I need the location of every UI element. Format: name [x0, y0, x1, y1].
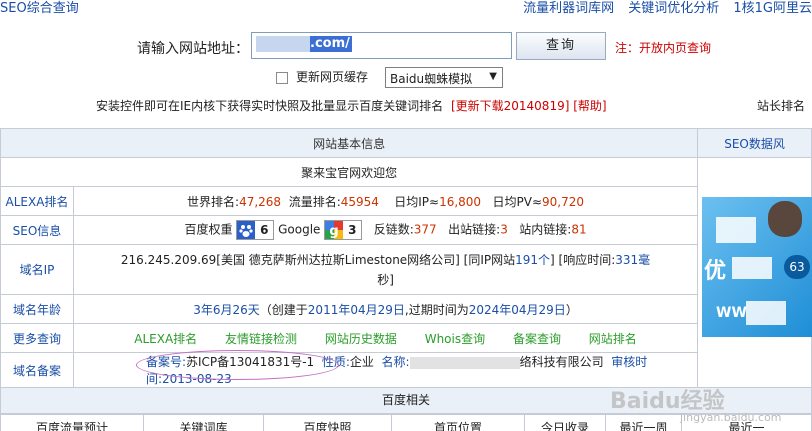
ad-url: WW — [716, 305, 747, 321]
col-last-week: 最近一周 — [605, 414, 682, 431]
query-note: 注：开放内页查询 — [615, 41, 712, 55]
more-link-beian[interactable]: 备案查询 — [513, 332, 561, 346]
baidu-paw-icon — [237, 221, 256, 239]
daily-pv-label: 日均PV≈ — [492, 194, 543, 209]
ad-badge: 63 — [784, 255, 810, 279]
beian-highlight-circle — [136, 350, 339, 380]
more-link-friendlinks[interactable]: 友情链接检测 — [225, 332, 297, 346]
table-row-ip: 域名IP 216.245.209.69[美国 德克萨斯州达拉斯Limestone… — [0, 244, 812, 295]
top-link-traffic[interactable]: 流量利器词库网 — [523, 1, 614, 16]
outlinks-label: 出站链接: — [448, 222, 501, 237]
flow-rank-label: 流量排名: — [288, 194, 341, 209]
daily-ip-value: 16,800 — [439, 194, 482, 209]
baidu-weight-label: 百度权重 — [184, 222, 233, 237]
table-row-more: 更多查询 ALEXA排名 友情链接检测 网站历史数据 Whois查询 备案查询 … — [0, 323, 812, 353]
col-keyword-lib: 关键词库 — [143, 414, 264, 431]
col-baidu-traffic: 百度流量预计 — [0, 414, 144, 431]
created-label: （创建于 — [259, 302, 308, 317]
ip-text: 216.245.209.69[美国 德克萨斯州达拉斯Limestone网络公司]… — [120, 252, 516, 267]
response-value: 331毫 — [615, 252, 651, 267]
row-label-age[interactable]: 域名年龄 — [0, 294, 74, 324]
more-link-alexa[interactable]: ALEXA排名 — [134, 332, 197, 346]
daily-pv-value: 90,720 — [542, 194, 585, 209]
svg-text:g: g — [330, 224, 339, 239]
beian-nature-value: 企业 — [349, 355, 374, 369]
table-row-age: 域名年龄 3年6月26天（创建于2011年04月29日,过期时间为2024年04… — [0, 294, 812, 324]
ip-info: 216.245.209.69[美国 德克萨斯州达拉斯Limestone网络公司]… — [72, 244, 699, 295]
created-date: 2011年04月29日 — [307, 302, 405, 317]
response-label: ] [响应时间: — [550, 252, 616, 267]
google-g-icon: g — [325, 221, 344, 239]
table-row-alexa: ALEXA排名 世界排名:47,268 流量排名:45954 日均IP≈16,8… — [0, 186, 812, 216]
age-close: ） — [565, 302, 578, 317]
more-link-whois[interactable]: Whois查询 — [425, 332, 485, 346]
google-pr-value: 3 — [348, 223, 357, 237]
domain-age-value: 3年6月26天 — [193, 302, 260, 317]
help-link[interactable]: [帮助] — [573, 99, 606, 113]
beian-name-value: 络科技有限公司 — [519, 355, 604, 369]
query-button[interactable]: 查询 — [516, 32, 606, 60]
inlinks-label: 站内链接: — [519, 222, 572, 237]
more-link-history[interactable]: 网站历史数据 — [325, 332, 397, 346]
webmaster-rank-link[interactable]: 站长排名 — [757, 97, 805, 114]
row-label-ip[interactable]: 域名IP — [0, 244, 74, 295]
domain-age-info: 3年6月26天（创建于2011年04月29日,过期时间为2024年04月29日） — [72, 294, 699, 324]
flow-rank-value: 45954 — [340, 194, 379, 209]
col-baidu-snapshot: 百度快照 — [263, 414, 392, 431]
watermark-url: jingyan.baidu.com — [680, 411, 782, 424]
seo-data-link[interactable]: SEO数据风 — [697, 128, 812, 158]
inlinks-value[interactable]: 81 — [571, 223, 586, 237]
baidu-weight-badge[interactable]: 6 — [236, 220, 275, 240]
url-label: 请输入网站地址： — [137, 41, 249, 57]
top-link-aliyun[interactable]: 1核1G阿里云 — [733, 1, 812, 16]
daily-ip-label: 日均IP≈ — [394, 194, 440, 209]
expire-date: 2024年04月29日 — [468, 302, 566, 317]
expire-label: ,过期时间为 — [404, 302, 469, 317]
ad-text: 优 — [704, 259, 727, 284]
row-label-beian[interactable]: 域名备案 — [0, 352, 74, 388]
baidu-weight-value: 6 — [260, 223, 269, 237]
download-link[interactable]: [更新下载20140819] — [451, 99, 569, 113]
backlinks-label: 反链数: — [373, 222, 414, 237]
top-link-keyword[interactable]: 关键词优化分析 — [628, 1, 719, 16]
ad-person-icon — [768, 201, 802, 237]
google-pr-badge[interactable]: g 3 — [324, 220, 363, 240]
install-notice-text: 安装控件即可在IE内核下获得实时快照及批量显示百度关键词排名 — [96, 99, 444, 113]
outlinks-value[interactable]: 3 — [500, 223, 508, 237]
world-rank-value[interactable]: 47,268 — [239, 195, 281, 209]
top-bar: SEO综合查询 流量利器词库网 关键词优化分析 1核1G阿里云 — [0, 0, 812, 18]
top-links: 流量利器词库网 关键词优化分析 1核1G阿里云 — [513, 0, 812, 16]
ad-banner[interactable]: 优 63 WW — [702, 197, 812, 337]
response-unit: 秒] — [377, 272, 394, 287]
row-label-seo[interactable]: SEO信息 — [0, 215, 74, 245]
url-redacted-part — [256, 36, 310, 52]
update-cache-checkbox[interactable] — [276, 72, 288, 84]
alexa-info: 世界排名:47,268 流量排名:45954 日均IP≈16,800 日均PV≈… — [72, 186, 699, 216]
chevron-down-icon: ▼ — [489, 71, 497, 82]
row-label-alexa[interactable]: ALEXA排名 — [0, 186, 74, 216]
seo-info: 百度权重 6 Google g 3 反链数:377 出站链接:3 站内链接:81 — [72, 215, 699, 245]
url-input[interactable]: .com/ — [251, 32, 512, 59]
beian-name-label: 名称: — [381, 355, 410, 369]
welcome-text: 聚来宝官网欢迎您 — [0, 157, 699, 187]
world-rank-label: 世界排名: — [187, 194, 240, 209]
beian-name-redacted — [409, 356, 520, 369]
section-header: 网站基本信息 — [0, 128, 699, 158]
google-label: Google — [278, 222, 321, 237]
spider-select[interactable]: Baidu蜘蛛模拟 ▼ — [385, 67, 503, 88]
same-ip-count[interactable]: 191个 — [515, 253, 550, 267]
install-notice: 安装控件即可在IE内核下获得实时快照及批量显示百度关键词排名 [更新下载2014… — [96, 97, 607, 114]
spider-select-value: Baidu蜘蛛模拟 — [390, 72, 473, 86]
backlinks-value[interactable]: 377 — [414, 223, 437, 237]
table-row-seo: SEO信息 百度权重 6 Google g 3 反链数:377 出站链接:3 站… — [0, 215, 812, 245]
site-info-table: 网站基本信息 SEO数据风 聚来宝官网欢迎您 ALEXA排名 世界排名:47,2… — [0, 128, 812, 388]
more-link-siterank[interactable]: 网站排名 — [589, 332, 637, 346]
update-cache-label: 更新网页缓存 — [296, 70, 369, 84]
col-home-position: 首页位置 — [391, 414, 525, 431]
site-title-link[interactable]: SEO综合查询 — [0, 0, 79, 16]
more-query-links: ALEXA排名 友情链接检测 网站历史数据 Whois查询 备案查询 网站排名 — [72, 323, 699, 353]
row-label-more: 更多查询 — [0, 323, 74, 353]
url-value: .com/ — [310, 36, 352, 52]
col-today-index: 今日收录 — [524, 414, 606, 431]
